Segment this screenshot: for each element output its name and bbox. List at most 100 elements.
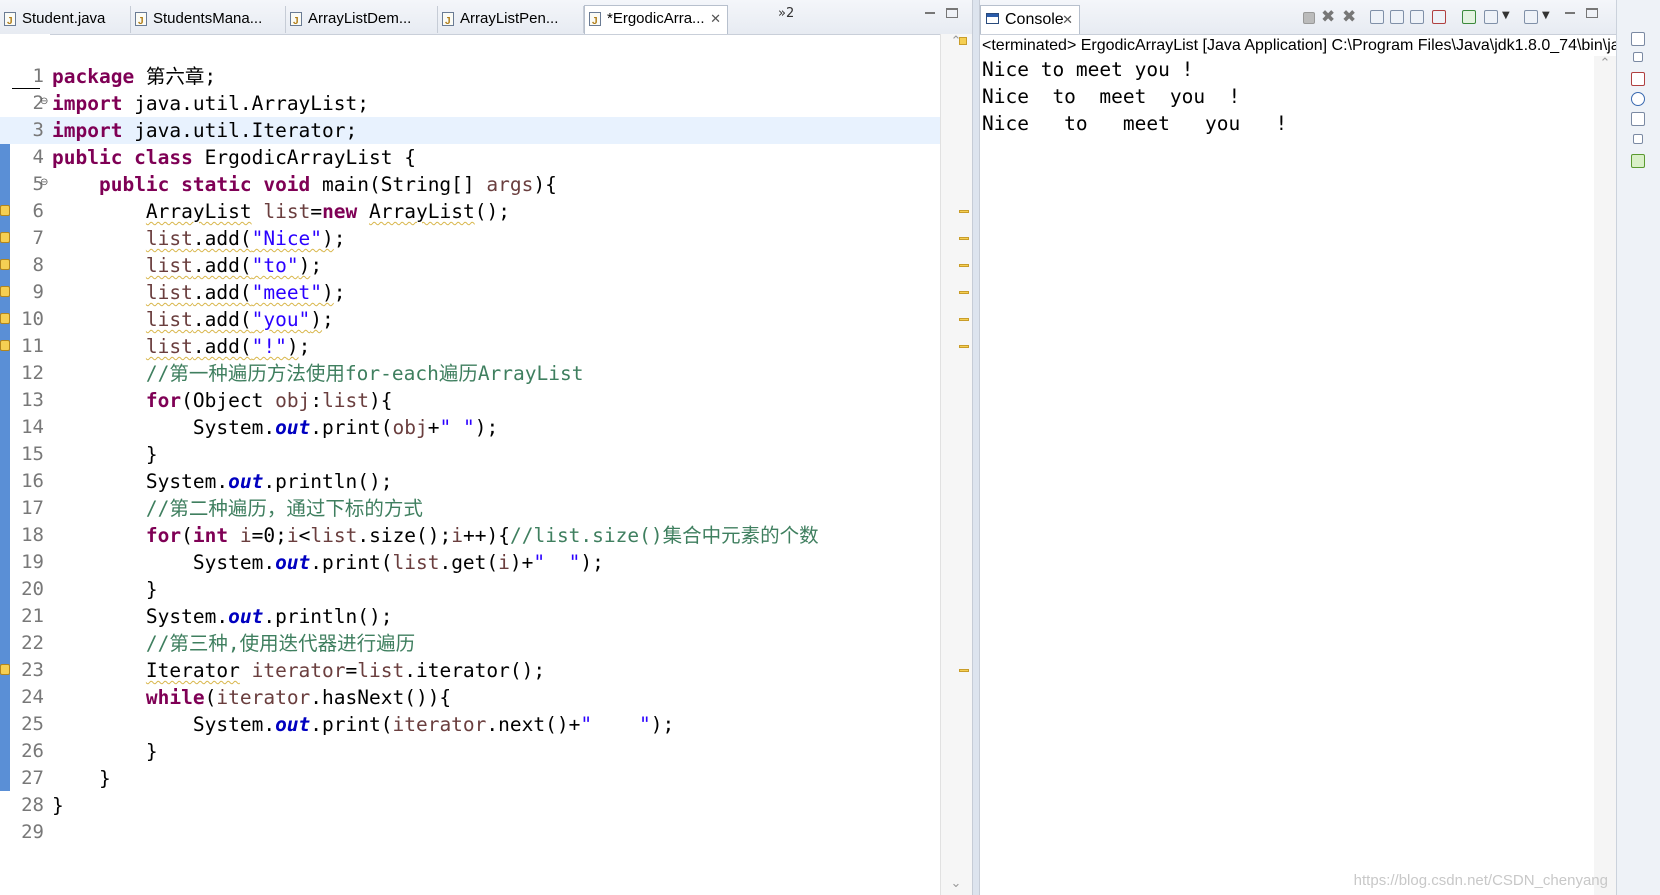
show-console-on-output-icon[interactable] bbox=[1432, 10, 1446, 24]
code-line[interactable]: 14 System.out.print(obj+" "); bbox=[0, 414, 940, 441]
open-console-icon[interactable] bbox=[1524, 10, 1538, 24]
scroll-lock-icon[interactable] bbox=[1390, 10, 1404, 24]
minimize-icon[interactable] bbox=[1564, 8, 1576, 18]
code-line[interactable]: 20 } bbox=[0, 576, 940, 603]
tab-arraylist-pen[interactable]: ArrayListPen... bbox=[438, 6, 584, 33]
code-line[interactable]: 10 list.add("you"); bbox=[0, 306, 940, 333]
code-line[interactable]: 3 import java.util.Iterator; bbox=[0, 117, 940, 144]
remove-all-terminated-icon[interactable]: ✖ bbox=[1342, 9, 1356, 26]
warning-marker[interactable] bbox=[959, 237, 969, 240]
tab-overflow-button[interactable]: »2 bbox=[778, 6, 794, 21]
code-line[interactable]: 22 //第三种,使用迭代器进行遍历 bbox=[0, 630, 940, 657]
warning-marker[interactable] bbox=[959, 291, 969, 294]
code-area[interactable]: 1 package 第六章; 2 ⊖ import java.util.ArrayLis… bbox=[0, 34, 940, 895]
maximize-icon[interactable] bbox=[946, 8, 958, 18]
code-line[interactable]: 5 ⊖ public static void main(String[] args… bbox=[0, 171, 940, 198]
code-line[interactable]: 16 System.out.println(); bbox=[0, 468, 940, 495]
javadoc-icon[interactable] bbox=[1631, 92, 1645, 106]
code-line[interactable]: 18 for(int i=0;i<list.size();i++){//list… bbox=[0, 522, 940, 549]
warning-icon[interactable] bbox=[0, 313, 10, 324]
warning-marker[interactable] bbox=[959, 210, 969, 213]
warning-marker[interactable] bbox=[959, 318, 969, 321]
code-line[interactable]: 7 list.add("Nice"); bbox=[0, 225, 940, 252]
code-line[interactable]: 1 package 第六章; bbox=[0, 63, 940, 90]
code-text: for(int i=0;i<list.size();i++){//list.si… bbox=[145, 524, 819, 547]
code-line[interactable]: 17 //第二种遍历，通过下标的方式 bbox=[0, 495, 940, 522]
display-selected-console-icon[interactable] bbox=[1484, 10, 1498, 24]
code-line[interactable]: 15 } bbox=[0, 441, 940, 468]
word-wrap-icon[interactable] bbox=[1410, 10, 1424, 24]
code-line[interactable]: 11 list.add("!"); bbox=[0, 333, 940, 360]
code-line[interactable]: 24 while(iterator.hasNext()){ bbox=[0, 684, 940, 711]
tab-student-java[interactable]: Student.java bbox=[0, 6, 131, 33]
warning-icon[interactable] bbox=[0, 664, 10, 675]
java-file-icon bbox=[589, 9, 601, 34]
warning-icon[interactable] bbox=[0, 232, 10, 243]
fold-toggle-icon[interactable]: ⊖ bbox=[40, 96, 48, 107]
warning-icon[interactable] bbox=[0, 286, 10, 297]
line-number: 14 bbox=[21, 416, 44, 438]
code-line[interactable]: 4 public class ErgodicArrayList { bbox=[0, 144, 940, 171]
chevron-down-icon[interactable]: ▼ bbox=[1502, 10, 1510, 21]
scroll-up-arrow[interactable]: ⌃ bbox=[1594, 56, 1616, 71]
code-line[interactable]: 27 } bbox=[0, 765, 940, 792]
console-output-line: Nice to meet you ! bbox=[982, 58, 1194, 81]
fold-toggle-icon[interactable]: ⊖ bbox=[40, 177, 48, 188]
close-icon[interactable]: ✕ bbox=[710, 6, 721, 32]
code-line[interactable]: 2 ⊖ import java.util.ArrayList; bbox=[0, 90, 940, 117]
problems-icon[interactable] bbox=[1631, 72, 1645, 86]
code-line[interactable]: 6 ArrayList list=new ArrayList(); bbox=[0, 198, 940, 225]
code-line[interactable]: 26 } bbox=[0, 738, 940, 765]
close-icon[interactable]: ✕ bbox=[1062, 6, 1073, 33]
restore-icon[interactable] bbox=[1633, 134, 1643, 144]
console-output[interactable]: Nice to meet you ! Nice to meet you ! Ni… bbox=[982, 56, 1287, 137]
line-number: 27 bbox=[21, 767, 44, 789]
maximize-icon[interactable] bbox=[1586, 8, 1598, 18]
pane-splitter[interactable] bbox=[972, 0, 980, 895]
code-line[interactable]: 23 Iterator iterator=list.iterator(); bbox=[0, 657, 940, 684]
restore-icon[interactable] bbox=[1631, 32, 1645, 46]
warning-icon[interactable] bbox=[0, 259, 10, 270]
console-scrollbar[interactable]: ⌃ bbox=[1594, 56, 1616, 895]
code-line[interactable]: 28} bbox=[0, 792, 940, 819]
java-file-icon bbox=[290, 9, 302, 33]
line-number: 26 bbox=[21, 740, 44, 762]
code-text: list.add("!"); bbox=[145, 335, 311, 358]
code-line[interactable]: 29 bbox=[0, 819, 940, 846]
tab-label: StudentsMana... bbox=[153, 10, 263, 27]
code-line[interactable]: 19 System.out.print(list.get(i)+" "); bbox=[0, 549, 940, 576]
line-number: 7 bbox=[32, 227, 44, 249]
task-marker[interactable] bbox=[959, 37, 967, 45]
minimize-icon[interactable] bbox=[924, 8, 936, 18]
chevron-down-icon[interactable]: ▼ bbox=[1542, 10, 1550, 21]
code-text: //第二种遍历，通过下标的方式 bbox=[145, 497, 423, 520]
tab-console[interactable]: Console ✕ bbox=[980, 5, 1080, 34]
restore-icon[interactable] bbox=[1633, 52, 1643, 62]
code-line[interactable]: 21 System.out.println(); bbox=[0, 603, 940, 630]
clear-console-icon[interactable] bbox=[1370, 10, 1384, 24]
scroll-down-arrow[interactable]: ⌄ bbox=[941, 876, 971, 891]
tab-label: *ErgodicArra... bbox=[607, 10, 705, 27]
warning-marker[interactable] bbox=[959, 669, 969, 672]
warning-marker[interactable] bbox=[959, 264, 969, 267]
warning-icon[interactable] bbox=[0, 340, 10, 351]
code-line[interactable]: 25 System.out.print(iterator.next()+" ")… bbox=[0, 711, 940, 738]
right-trim-toolbar bbox=[1616, 0, 1660, 895]
terminate-icon[interactable] bbox=[1303, 12, 1315, 24]
pin-console-icon[interactable] bbox=[1462, 10, 1476, 24]
code-text: } bbox=[52, 767, 111, 790]
tab-arraylist-demo[interactable]: ArrayListDem... bbox=[286, 6, 438, 33]
tab-students-manager[interactable]: StudentsMana... bbox=[131, 6, 286, 33]
code-line[interactable]: 12 //第一种遍历方法使用for-each遍历ArrayList bbox=[0, 360, 940, 387]
warning-marker[interactable] bbox=[959, 345, 969, 348]
code-line[interactable]: 13 for(Object obj:list){ bbox=[0, 387, 940, 414]
remove-launch-icon[interactable]: ✖ bbox=[1321, 9, 1335, 26]
warning-icon[interactable] bbox=[0, 205, 10, 216]
tab-ergodic-arraylist[interactable]: *ErgodicArra... ✕ bbox=[584, 5, 728, 34]
editor-tab-bar: Student.java StudentsMana... ArrayListDe… bbox=[0, 0, 972, 35]
run-icon[interactable] bbox=[1631, 154, 1645, 168]
code-line[interactable]: 8 list.add("to"); bbox=[0, 252, 940, 279]
console-process-status: <terminated> ErgodicArrayList [Java Appl… bbox=[982, 37, 1618, 54]
code-line[interactable]: 9 list.add("meet"); bbox=[0, 279, 940, 306]
declaration-icon[interactable] bbox=[1631, 112, 1645, 126]
